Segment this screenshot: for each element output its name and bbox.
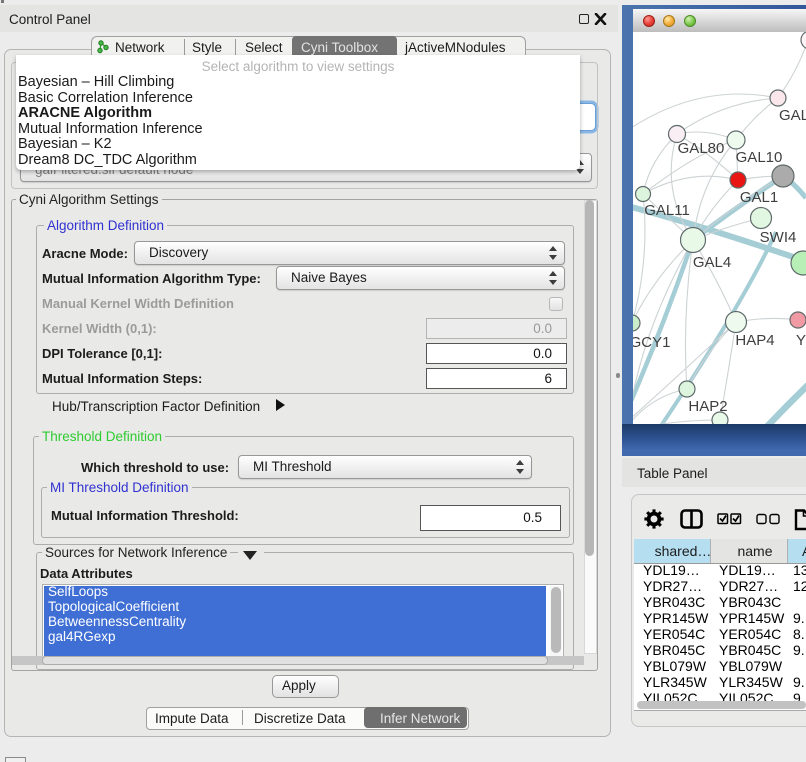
svg-text:SWI4: SWI4: [760, 229, 797, 246]
svg-text:GAL1: GAL1: [740, 189, 778, 206]
svg-text:GAL4: GAL4: [693, 254, 731, 271]
svg-text:YM: YM: [796, 332, 806, 349]
svg-text:GAL11: GAL11: [644, 202, 690, 219]
svg-text:HAP4: HAP4: [735, 332, 774, 349]
svg-text:GAL80: GAL80: [678, 140, 725, 157]
svg-text:GCY1: GCY1: [633, 334, 670, 351]
svg-text:GAL10: GAL10: [736, 149, 783, 166]
svg-text:GAL2: GAL2: [779, 107, 806, 124]
svg-text:HAP2: HAP2: [688, 398, 727, 415]
